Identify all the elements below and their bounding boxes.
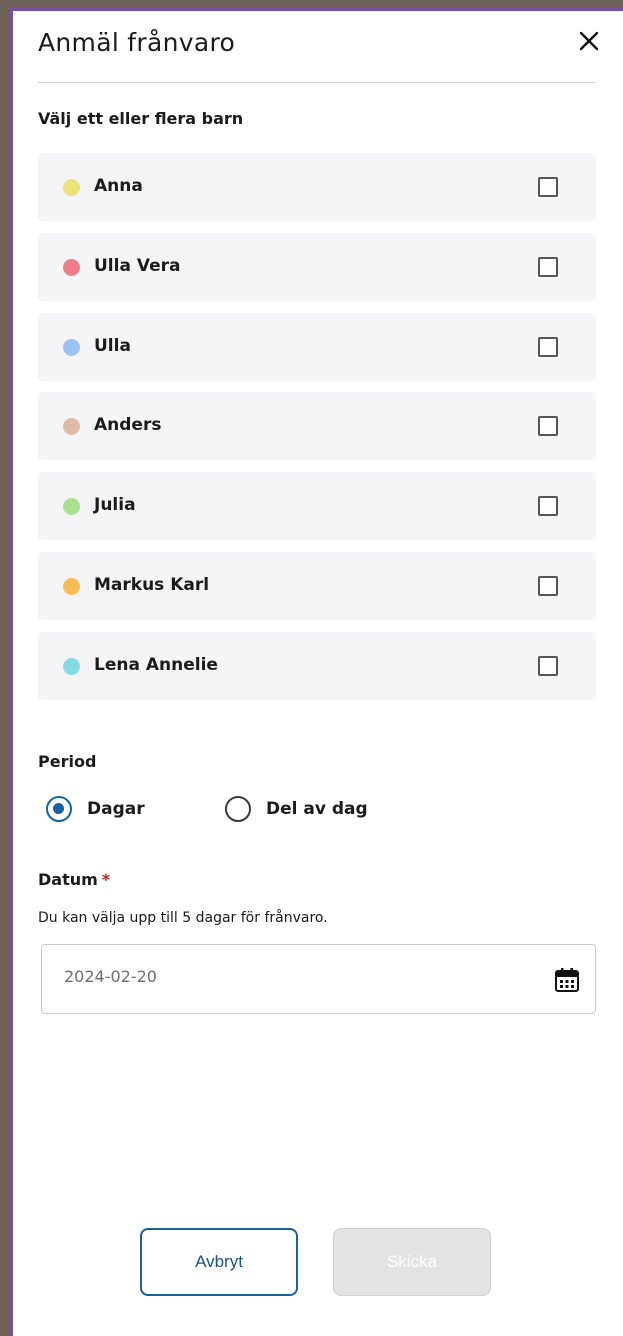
child-color-dot (63, 339, 80, 356)
child-checkbox[interactable] (538, 416, 558, 436)
date-field[interactable] (41, 944, 596, 1014)
radio-button-selected[interactable] (46, 796, 72, 822)
child-name: Markus Karl (94, 575, 210, 595)
child-checkbox[interactable] (538, 656, 558, 676)
child-row[interactable]: Anna (38, 153, 596, 221)
child-name: Ulla Vera (94, 256, 181, 276)
child-row[interactable]: Ulla Vera (38, 233, 596, 301)
child-row[interactable]: Anders (38, 392, 596, 460)
radio-del-av-dag[interactable]: Del av dag (225, 794, 368, 824)
child-color-dot (63, 658, 80, 675)
child-name: Anders (94, 415, 162, 435)
child-name: Anna (94, 176, 143, 196)
child-color-dot (63, 578, 80, 595)
child-row[interactable]: Julia (38, 472, 596, 540)
page-backdrop (0, 0, 10, 1336)
child-checkbox[interactable] (538, 257, 558, 277)
dialog-title: Anmäl frånvaro (38, 28, 236, 57)
child-row[interactable]: Markus Karl (38, 552, 596, 620)
child-name: Julia (94, 495, 136, 515)
child-checkbox[interactable] (538, 177, 558, 197)
date-input[interactable] (64, 967, 514, 986)
submit-button[interactable]: Skicka (333, 1228, 491, 1296)
required-marker: * (101, 870, 111, 889)
child-row[interactable]: Lena Annelie (38, 632, 596, 700)
child-name: Lena Annelie (94, 655, 218, 675)
radio-dagar[interactable]: Dagar (46, 794, 145, 824)
period-label: Period (38, 752, 97, 771)
date-hint: Du kan välja upp till 5 dagar för frånva… (38, 910, 328, 926)
dialog-header: Anmäl frånvaro (38, 28, 599, 83)
radio-button-unselected[interactable] (225, 796, 251, 822)
child-color-dot (63, 259, 80, 276)
child-color-dot (63, 179, 80, 196)
child-checkbox[interactable] (538, 337, 558, 357)
child-checkbox[interactable] (538, 576, 558, 596)
date-label-text: Datum (38, 870, 98, 889)
child-checkbox[interactable] (538, 496, 558, 516)
child-name: Ulla (94, 336, 131, 356)
date-label: Datum * (38, 870, 110, 889)
child-color-dot (63, 418, 80, 435)
close-icon[interactable] (576, 28, 602, 54)
child-color-dot (63, 498, 80, 515)
cancel-button[interactable]: Avbryt (140, 1228, 298, 1296)
calendar-icon[interactable] (554, 967, 580, 993)
child-row[interactable]: Ulla (38, 313, 596, 381)
radio-label-dagar: Dagar (87, 799, 145, 819)
children-section-label: Välj ett eller flera barn (38, 109, 244, 128)
radio-label-del-av-dag: Del av dag (266, 799, 368, 819)
